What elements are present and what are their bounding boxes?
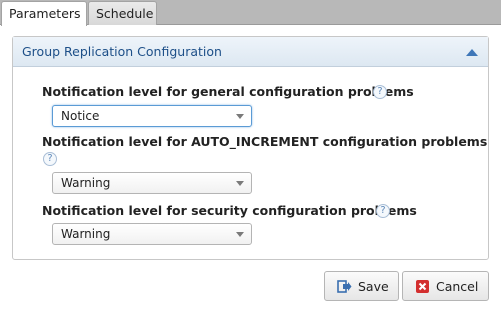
tab-schedule[interactable]: Schedule [88, 1, 157, 25]
save-icon [337, 280, 352, 293]
panel-header[interactable]: Group Replication Configuration [13, 37, 488, 67]
general-problems-label: Notification level for general configura… [42, 84, 414, 99]
save-button[interactable]: Save [324, 271, 399, 301]
chevron-down-icon [236, 114, 244, 119]
save-button-label: Save [358, 279, 389, 294]
cancel-icon [416, 280, 429, 293]
auto-increment-problems-label: Notification level for AUTO_INCREMENT co… [42, 134, 488, 149]
chevron-down-icon [236, 181, 244, 186]
help-icon[interactable]: ? [373, 85, 387, 99]
cancel-button[interactable]: Cancel [402, 271, 489, 301]
chevron-down-icon [236, 232, 244, 237]
help-icon[interactable]: ? [376, 204, 390, 218]
auto-increment-problems-value: Warning [61, 176, 111, 190]
tab-bar: Parameters Schedule [0, 0, 501, 26]
chevron-up-icon[interactable] [465, 46, 479, 58]
general-problems-value: Notice [61, 109, 100, 123]
help-icon[interactable]: ? [43, 152, 57, 166]
panel-title: Group Replication Configuration [22, 44, 222, 59]
security-problems-label: Notification level for security configur… [42, 203, 417, 218]
general-problems-select[interactable]: Notice [52, 105, 252, 127]
security-problems-value: Warning [61, 227, 111, 241]
tab-parameters[interactable]: Parameters [1, 1, 87, 26]
security-problems-select[interactable]: Warning [52, 223, 252, 245]
auto-increment-problems-select[interactable]: Warning [52, 172, 252, 194]
cancel-button-label: Cancel [436, 279, 479, 294]
